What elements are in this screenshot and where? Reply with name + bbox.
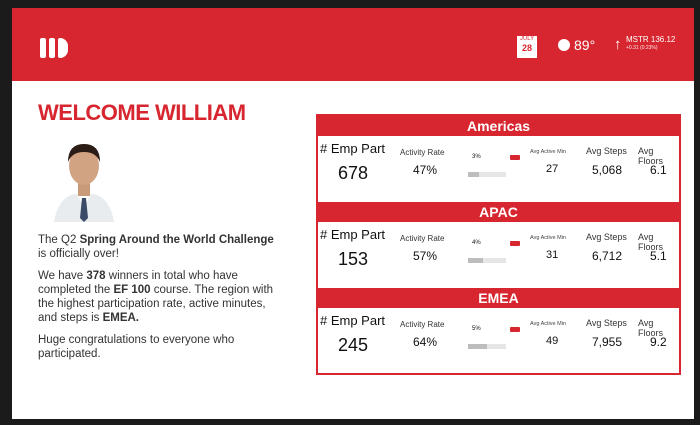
- mini-progress-widget: 3%: [464, 142, 524, 188]
- dashboard-screen: JULY 28 89° ↑ MSTR 136.12 +0.31 (0.23%) …: [12, 8, 694, 419]
- winner-count: 378: [86, 270, 106, 282]
- announcement-paragraph-1: The Q2 Spring Around the World Challenge…: [38, 233, 278, 261]
- region-stats-row: # Emp Part 153 Activity Rate 57% 4% Avg …: [318, 222, 679, 288]
- active-min-value: 31: [546, 249, 559, 261]
- region-block-emea: EMEA # Emp Part 245 Activity Rate 64% 5%…: [318, 288, 679, 374]
- announcement-paragraph-2: We have 378 winners in total who have co…: [38, 269, 278, 325]
- activity-rate-label: Activity Rate: [400, 320, 445, 329]
- region-header: Americas: [318, 116, 679, 136]
- mini-progress-percent: 5%: [472, 326, 481, 332]
- region-block-americas: Americas # Emp Part 678 Activity Rate 47…: [318, 116, 679, 202]
- active-min-label: Avg Active Min: [530, 235, 566, 241]
- region-stats-row: # Emp Part 678 Activity Rate 47% 3% Avg …: [318, 136, 679, 202]
- avg-steps-label: Avg Steps: [586, 146, 627, 156]
- activity-rate-value: 57%: [413, 249, 438, 263]
- emp-part-label: # Emp Part: [320, 313, 386, 328]
- calendar-month: JULY: [519, 36, 535, 42]
- mini-progress-widget: 4%: [464, 228, 524, 274]
- mini-progress-fill: [468, 172, 480, 177]
- challenge-name: Spring Around the World Challenge: [79, 234, 274, 246]
- active-min-label: Avg Active Min: [530, 321, 566, 327]
- mini-progress-bar: [468, 344, 506, 349]
- region-stats-row: # Emp Part 245 Activity Rate 64% 5% Avg …: [318, 308, 679, 374]
- mini-progress-percent: 4%: [472, 240, 481, 246]
- regional-stats-panel: Americas # Emp Part 678 Activity Rate 47…: [316, 114, 681, 375]
- mini-progress-bar: [468, 172, 506, 177]
- avg-steps-value: 7,955: [592, 335, 623, 349]
- activity-rate-label: Activity Rate: [400, 148, 445, 157]
- text-segment: The Q2: [38, 234, 80, 246]
- calendar-icon: JULY 28: [517, 36, 537, 58]
- mini-progress-fill: [468, 258, 484, 263]
- emp-part-label: # Emp Part: [320, 227, 386, 242]
- flag-icon: [510, 327, 520, 332]
- active-min-value: 27: [546, 163, 559, 175]
- top-region: EMEA.: [102, 312, 139, 324]
- emp-part-value: 245: [338, 335, 369, 355]
- mini-progress-bar: [468, 258, 506, 263]
- announcement-text: The Q2 Spring Around the World Challenge…: [38, 233, 278, 369]
- weather-temp: 89°: [574, 37, 596, 53]
- text-segment: is officially over!: [38, 248, 119, 260]
- emp-part-value: 678: [338, 163, 369, 183]
- sun-icon: [558, 39, 570, 51]
- stock-change: +0.31 (0.23%): [626, 45, 658, 51]
- activity-rate-value: 47%: [413, 163, 438, 177]
- activity-rate-label: Activity Rate: [400, 234, 445, 243]
- emp-part-value: 153: [338, 249, 369, 269]
- announcement-paragraph-3: Huge congratulations to everyone who par…: [38, 334, 235, 360]
- mini-progress-widget: 5%: [464, 314, 524, 360]
- text-segment: We have: [38, 270, 87, 282]
- avg-floors-value: 5.1: [650, 249, 667, 263]
- user-avatar: [50, 132, 118, 222]
- avg-steps-value: 6,712: [592, 249, 623, 263]
- top-bar: JULY 28 89° ↑ MSTR 136.12 +0.31 (0.23%): [12, 8, 694, 81]
- avg-floors-value: 6.1: [650, 163, 667, 177]
- avg-steps-value: 5,068: [592, 163, 623, 177]
- mini-progress-fill: [468, 344, 487, 349]
- emp-part-label: # Emp Part: [320, 141, 386, 156]
- avg-floors-value: 9.2: [650, 335, 667, 349]
- region-header: EMEA: [318, 288, 679, 308]
- arrow-up-icon: ↑: [614, 36, 622, 53]
- activity-rate-value: 64%: [413, 335, 438, 349]
- flag-icon: [510, 155, 520, 160]
- avg-steps-label: Avg Steps: [586, 232, 627, 242]
- region-header: APAC: [318, 202, 679, 222]
- active-min-value: 49: [546, 335, 559, 347]
- mini-progress-percent: 3%: [472, 154, 481, 160]
- region-block-apac: APAC # Emp Part 153 Activity Rate 57% 4%…: [318, 202, 679, 288]
- flag-icon: [510, 241, 520, 246]
- welcome-heading: WELCOME WILLIAM: [38, 100, 246, 125]
- active-min-label: Avg Active Min: [530, 149, 566, 155]
- weather-widget: 89°: [558, 37, 595, 53]
- company-logo-icon: [40, 38, 70, 58]
- avg-steps-label: Avg Steps: [586, 318, 627, 328]
- stock-ticker-value: MSTR 136.12: [626, 35, 676, 44]
- calendar-day: 28: [521, 43, 532, 53]
- course-name: EF 100: [113, 284, 151, 296]
